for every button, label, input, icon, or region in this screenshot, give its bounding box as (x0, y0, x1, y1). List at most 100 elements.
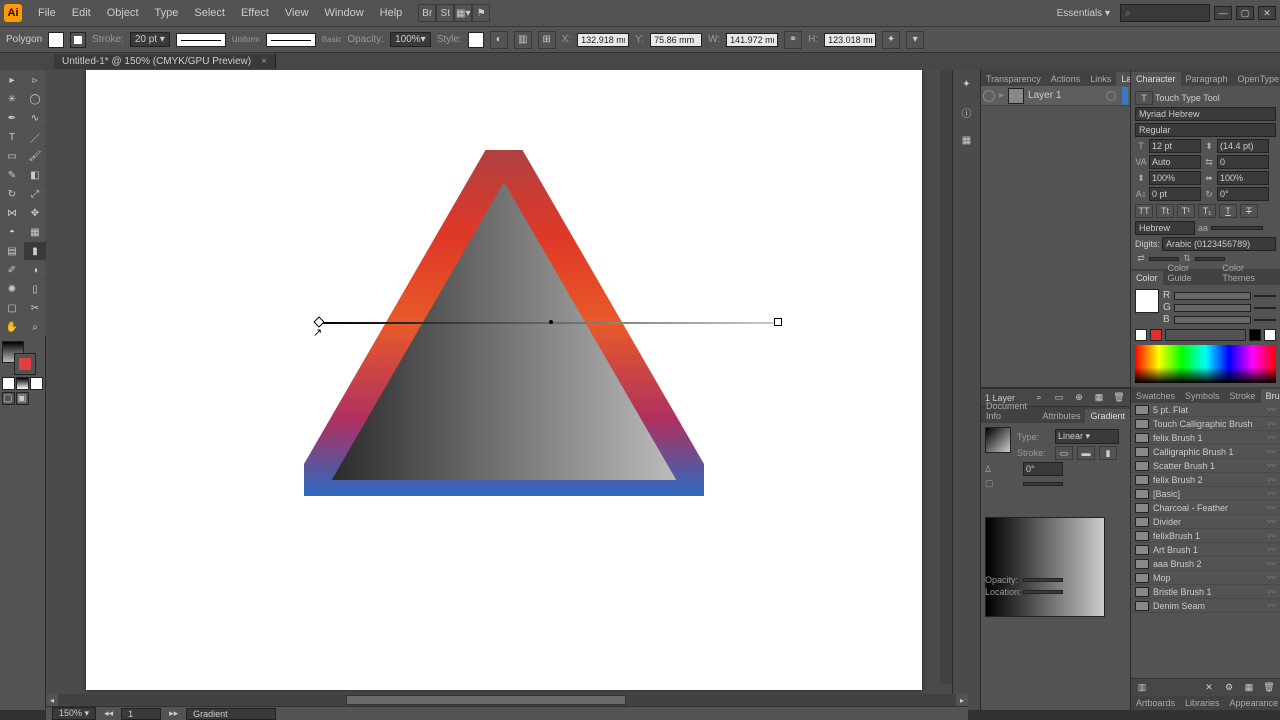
stroke-weight-select[interactable]: 20 pt▾ (130, 32, 170, 47)
tab-color-guide[interactable]: Color Guide (1163, 261, 1218, 285)
target-icon[interactable] (1106, 91, 1116, 101)
menu-select[interactable]: Select (186, 7, 233, 19)
diacritic-y-input[interactable] (1195, 257, 1225, 261)
tab-color[interactable]: Color (1131, 271, 1163, 285)
brush-row[interactable]: Touch Calligraphic Brush〰 (1131, 417, 1280, 431)
menu-window[interactable]: Window (317, 7, 372, 19)
stroke-profile-select[interactable] (176, 33, 226, 47)
layer-name[interactable]: Layer 1 (1028, 90, 1061, 101)
baseline-input[interactable]: 0 pt (1149, 187, 1201, 201)
menu-effect[interactable]: Effect (233, 7, 277, 19)
magic-wand-tool[interactable]: ✳ (1, 90, 23, 108)
color-fillstroke-proxy[interactable] (1135, 289, 1159, 313)
visibility-toggle-icon[interactable] (983, 90, 995, 102)
tab-artboards[interactable]: Artboards (1131, 696, 1180, 710)
brush-row[interactable]: Bristle Brush 1〰 (1131, 585, 1280, 599)
char-rotation-input[interactable]: 0° (1217, 187, 1269, 201)
curvature-tool[interactable]: ∿ (24, 109, 46, 127)
brush-row[interactable]: Divider〰 (1131, 515, 1280, 529)
gradient-mode-icon[interactable] (16, 377, 29, 390)
pen-tool[interactable]: ✒ (1, 109, 23, 127)
menu-help[interactable]: Help (372, 7, 411, 19)
tab-actions[interactable]: Actions (1046, 72, 1086, 86)
brush-row[interactable]: [Basic]〰 (1131, 487, 1280, 501)
artboard-tool[interactable]: ▢ (1, 299, 23, 317)
scroll-thumb[interactable] (346, 695, 626, 705)
shape-builder-tool[interactable]: ◓ (1, 223, 23, 241)
language-select[interactable]: Hebrew (1135, 221, 1195, 235)
tab-links[interactable]: Links (1085, 72, 1116, 86)
eraser-tool[interactable]: ◧ (24, 166, 46, 184)
menu-file[interactable]: File (30, 7, 64, 19)
align-panel-icon[interactable]: ▦ (957, 130, 977, 150)
artboard-nav[interactable]: 1 (121, 708, 161, 720)
make-clip-icon[interactable]: ▭ (1052, 391, 1066, 405)
white-swatch[interactable] (1264, 329, 1276, 341)
screen-mode-full-icon[interactable]: ▣ (16, 392, 29, 405)
gradient-midpoint[interactable] (549, 320, 553, 324)
channel-g-slider[interactable] (1174, 304, 1251, 312)
tab-gradient[interactable]: Gradient (1085, 409, 1130, 423)
type-tool[interactable]: T (1, 128, 23, 146)
remove-stroke-icon[interactable]: ✕ (1202, 681, 1216, 695)
antialias-select[interactable] (1211, 226, 1263, 230)
last-color-swatch[interactable] (1150, 329, 1162, 341)
libraries-icon[interactable]: ✦ (957, 74, 977, 94)
black-swatch[interactable] (1249, 329, 1261, 341)
mesh-tool[interactable]: ▤ (1, 242, 23, 260)
leading-input[interactable]: (14.4 pt) (1217, 139, 1269, 153)
stroke-box[interactable] (14, 353, 36, 375)
arrange-docs-icon[interactable]: ▦▾ (454, 4, 472, 22)
menu-edit[interactable]: Edit (64, 7, 99, 19)
link-wh-icon[interactable]: ⚭ (784, 31, 802, 49)
direct-selection-tool[interactable]: ▹ (24, 71, 46, 89)
shaper-tool[interactable]: ✎ (1, 166, 23, 184)
align-icon[interactable]: ▥ (514, 31, 532, 49)
brush-row[interactable]: Calligraphic Brush 1〰 (1131, 445, 1280, 459)
y-input[interactable] (650, 33, 702, 47)
gradient-ramp[interactable] (985, 517, 1126, 573)
channel-g-input[interactable] (1254, 307, 1276, 309)
blend-tool[interactable]: ◑ (24, 261, 46, 279)
color-mode-icon[interactable] (2, 377, 15, 390)
paintbrush-tool[interactable]: 🖌 (24, 147, 46, 165)
eyedropper-tool[interactable]: ✐ (1, 261, 23, 279)
brush-row[interactable]: aaa Brush 2〰 (1131, 557, 1280, 571)
font-family-select[interactable]: Myriad Hebrew (1135, 107, 1276, 121)
new-sublayer-icon[interactable]: ⊕ (1072, 391, 1086, 405)
rotate-tool[interactable]: ↻ (1, 185, 23, 203)
gradient-ramp-bar[interactable] (985, 517, 1105, 617)
width-tool[interactable]: ⋈ (1, 204, 23, 222)
graph-tool[interactable]: ▯ (24, 280, 46, 298)
scroll-right-icon[interactable]: ▸ (956, 694, 968, 706)
brush-row[interactable]: Art Brush 1〰 (1131, 543, 1280, 557)
tab-paragraph[interactable]: Paragraph (1181, 72, 1233, 86)
subscript-button[interactable]: T₁ (1198, 204, 1216, 218)
new-layer-icon[interactable]: ▦ (1092, 391, 1106, 405)
digits-select[interactable]: Arabic (0123456789) (1162, 237, 1276, 251)
brush-row[interactable]: Charcoal - Feather〰 (1131, 501, 1280, 515)
h-input[interactable] (824, 33, 876, 47)
search-input[interactable]: ⌕ (1120, 4, 1210, 22)
gpu-icon[interactable]: ⚑ (472, 4, 490, 22)
allcaps-button[interactable]: TT (1135, 204, 1153, 218)
kerning-input[interactable]: Auto (1149, 155, 1201, 169)
maximize-button[interactable]: ▢ (1236, 6, 1254, 20)
workspace-switcher[interactable]: Essentials ▾ (1051, 8, 1116, 19)
stock-icon[interactable]: St (436, 4, 454, 22)
scale-tool[interactable]: ⤢ (24, 185, 46, 203)
stroke-grad-within-icon[interactable]: ▭ (1055, 446, 1073, 460)
symbol-sprayer-tool[interactable]: ✺ (1, 280, 23, 298)
gradient-stop-end[interactable] (774, 318, 782, 326)
tab-brushes[interactable]: Brushes (1261, 389, 1280, 403)
layer-row[interactable]: ▸ Layer 1 (981, 86, 1130, 106)
tab-swatches[interactable]: Swatches (1131, 389, 1180, 403)
artboard[interactable]: ↗ (86, 70, 922, 690)
underline-button[interactable]: T (1219, 204, 1237, 218)
none-mode-icon[interactable] (30, 377, 43, 390)
lasso-tool[interactable]: ◯ (24, 90, 46, 108)
selection-tool[interactable]: ▸ (1, 71, 23, 89)
smallcaps-button[interactable]: Tt (1156, 204, 1174, 218)
tab-symbols[interactable]: Symbols (1180, 389, 1225, 403)
artboard-prev-icon[interactable]: ◂◂ (104, 708, 113, 719)
